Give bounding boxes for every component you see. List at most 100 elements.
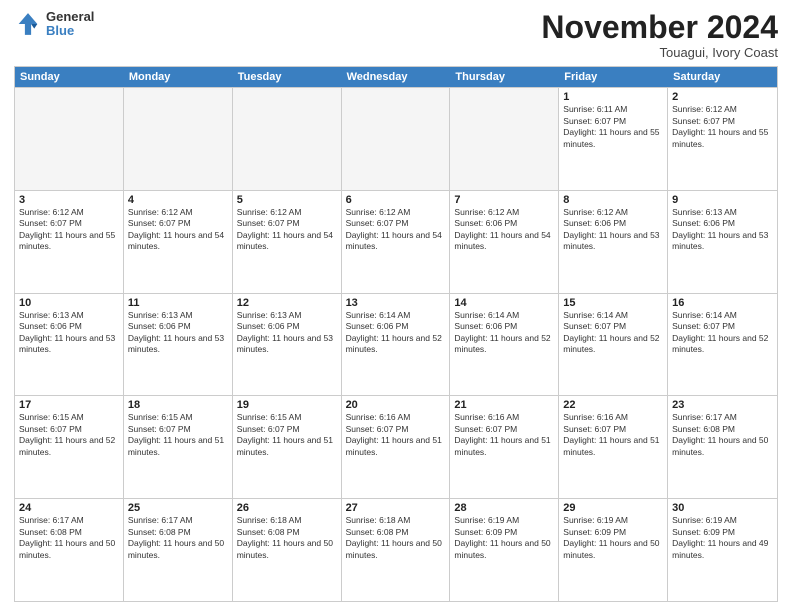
calendar-cell: 12Sunrise: 6:13 AMSunset: 6:06 PMDayligh… — [233, 294, 342, 396]
title-month: November 2024 — [541, 10, 778, 45]
calendar-cell: 17Sunrise: 6:15 AMSunset: 6:07 PMDayligh… — [15, 396, 124, 498]
calendar-cell: 27Sunrise: 6:18 AMSunset: 6:08 PMDayligh… — [342, 499, 451, 601]
title-block: November 2024 Touagui, Ivory Coast — [541, 10, 778, 60]
day-info: Sunrise: 6:12 AMSunset: 6:07 PMDaylight:… — [672, 104, 773, 150]
calendar-row: 24Sunrise: 6:17 AMSunset: 6:08 PMDayligh… — [15, 498, 777, 601]
calendar-cell: 20Sunrise: 6:16 AMSunset: 6:07 PMDayligh… — [342, 396, 451, 498]
calendar-cell: 25Sunrise: 6:17 AMSunset: 6:08 PMDayligh… — [124, 499, 233, 601]
weekday-header: Saturday — [668, 67, 777, 87]
calendar-cell — [450, 88, 559, 190]
day-info: Sunrise: 6:14 AMSunset: 6:07 PMDaylight:… — [563, 310, 663, 356]
calendar-cell: 8Sunrise: 6:12 AMSunset: 6:06 PMDaylight… — [559, 191, 668, 293]
calendar: SundayMondayTuesdayWednesdayThursdayFrid… — [14, 66, 778, 602]
weekday-header: Wednesday — [342, 67, 451, 87]
calendar-row: 3Sunrise: 6:12 AMSunset: 6:07 PMDaylight… — [15, 190, 777, 293]
calendar-cell: 24Sunrise: 6:17 AMSunset: 6:08 PMDayligh… — [15, 499, 124, 601]
calendar-cell: 19Sunrise: 6:15 AMSunset: 6:07 PMDayligh… — [233, 396, 342, 498]
day-info: Sunrise: 6:14 AMSunset: 6:06 PMDaylight:… — [346, 310, 446, 356]
calendar-cell — [15, 88, 124, 190]
weekday-header: Sunday — [15, 67, 124, 87]
weekday-header: Tuesday — [233, 67, 342, 87]
calendar-header: SundayMondayTuesdayWednesdayThursdayFrid… — [15, 67, 777, 87]
day-info: Sunrise: 6:14 AMSunset: 6:07 PMDaylight:… — [672, 310, 773, 356]
day-number: 21 — [454, 399, 554, 411]
day-number: 17 — [19, 399, 119, 411]
day-info: Sunrise: 6:19 AMSunset: 6:09 PMDaylight:… — [672, 515, 773, 561]
day-info: Sunrise: 6:15 AMSunset: 6:07 PMDaylight:… — [237, 412, 337, 458]
day-info: Sunrise: 6:15 AMSunset: 6:07 PMDaylight:… — [128, 412, 228, 458]
day-info: Sunrise: 6:11 AMSunset: 6:07 PMDaylight:… — [563, 104, 663, 150]
day-info: Sunrise: 6:12 AMSunset: 6:07 PMDaylight:… — [346, 207, 446, 253]
day-number: 26 — [237, 502, 337, 514]
day-number: 24 — [19, 502, 119, 514]
day-info: Sunrise: 6:19 AMSunset: 6:09 PMDaylight:… — [563, 515, 663, 561]
day-info: Sunrise: 6:13 AMSunset: 6:06 PMDaylight:… — [672, 207, 773, 253]
calendar-cell: 2Sunrise: 6:12 AMSunset: 6:07 PMDaylight… — [668, 88, 777, 190]
day-info: Sunrise: 6:17 AMSunset: 6:08 PMDaylight:… — [672, 412, 773, 458]
day-number: 8 — [563, 194, 663, 206]
day-number: 4 — [128, 194, 228, 206]
day-info: Sunrise: 6:12 AMSunset: 6:07 PMDaylight:… — [19, 207, 119, 253]
day-number: 2 — [672, 91, 773, 103]
day-info: Sunrise: 6:12 AMSunset: 6:06 PMDaylight:… — [454, 207, 554, 253]
day-info: Sunrise: 6:13 AMSunset: 6:06 PMDaylight:… — [128, 310, 228, 356]
day-number: 23 — [672, 399, 773, 411]
logo-text: General Blue — [46, 10, 94, 39]
day-info: Sunrise: 6:17 AMSunset: 6:08 PMDaylight:… — [19, 515, 119, 561]
day-number: 13 — [346, 297, 446, 309]
calendar-cell: 6Sunrise: 6:12 AMSunset: 6:07 PMDaylight… — [342, 191, 451, 293]
calendar-cell — [124, 88, 233, 190]
calendar-cell — [233, 88, 342, 190]
calendar-cell: 21Sunrise: 6:16 AMSunset: 6:07 PMDayligh… — [450, 396, 559, 498]
calendar-cell: 13Sunrise: 6:14 AMSunset: 6:06 PMDayligh… — [342, 294, 451, 396]
calendar-cell: 9Sunrise: 6:13 AMSunset: 6:06 PMDaylight… — [668, 191, 777, 293]
day-number: 20 — [346, 399, 446, 411]
day-number: 12 — [237, 297, 337, 309]
calendar-cell: 28Sunrise: 6:19 AMSunset: 6:09 PMDayligh… — [450, 499, 559, 601]
day-number: 10 — [19, 297, 119, 309]
day-number: 22 — [563, 399, 663, 411]
day-number: 19 — [237, 399, 337, 411]
day-number: 15 — [563, 297, 663, 309]
calendar-cell: 11Sunrise: 6:13 AMSunset: 6:06 PMDayligh… — [124, 294, 233, 396]
calendar-cell: 7Sunrise: 6:12 AMSunset: 6:06 PMDaylight… — [450, 191, 559, 293]
header: General Blue November 2024 Touagui, Ivor… — [14, 10, 778, 60]
day-number: 18 — [128, 399, 228, 411]
logo-icon — [14, 10, 42, 38]
calendar-row: 17 Sunrise: 6:15 AMSunset: 6:07 PMDayligh… — [15, 395, 777, 498]
day-number: 7 — [454, 194, 554, 206]
day-info: Sunrise: 6:13 AMSunset: 6:06 PMDaylight:… — [237, 310, 337, 356]
calendar-row: 1Sunrise: 6:11 AMSunset: 6:07 PMDaylight… — [15, 87, 777, 190]
weekday-header: Thursday — [450, 67, 559, 87]
day-info: Sunrise: 6:14 AMSunset: 6:06 PMDaylight:… — [454, 310, 554, 356]
day-number: 6 — [346, 194, 446, 206]
calendar-cell: 23Sunrise: 6:17 AMSunset: 6:08 PMDayligh… — [668, 396, 777, 498]
calendar-cell: 14Sunrise: 6:14 AMSunset: 6:06 PMDayligh… — [450, 294, 559, 396]
weekday-header: Monday — [124, 67, 233, 87]
calendar-cell — [342, 88, 451, 190]
day-info: Sunrise: 6:18 AMSunset: 6:08 PMDaylight:… — [237, 515, 337, 561]
day-info: Sunrise: 6:12 AMSunset: 6:07 PMDaylight:… — [128, 207, 228, 253]
day-number: 3 — [19, 194, 119, 206]
calendar-cell: 5Sunrise: 6:12 AMSunset: 6:07 PMDaylight… — [233, 191, 342, 293]
calendar-cell: 4Sunrise: 6:12 AMSunset: 6:07 PMDaylight… — [124, 191, 233, 293]
day-number: 9 — [672, 194, 773, 206]
day-number: 14 — [454, 297, 554, 309]
day-info: Sunrise: 6:17 AMSunset: 6:08 PMDaylight:… — [128, 515, 228, 561]
day-number: 30 — [672, 502, 773, 514]
day-info: Sunrise: 6:16 AMSunset: 6:07 PMDaylight:… — [454, 412, 554, 458]
day-number: 5 — [237, 194, 337, 206]
title-location: Touagui, Ivory Coast — [541, 45, 778, 60]
day-number: 11 — [128, 297, 228, 309]
calendar-cell: 3Sunrise: 6:12 AMSunset: 6:07 PMDaylight… — [15, 191, 124, 293]
calendar-row: 10 Sunrise: 6:13 AMSunset: 6:06 PMDayligh… — [15, 293, 777, 396]
weekday-header: Friday — [559, 67, 668, 87]
day-number: 16 — [672, 297, 773, 309]
calendar-cell: 30Sunrise: 6:19 AMSunset: 6:09 PMDayligh… — [668, 499, 777, 601]
logo-line1: General — [46, 10, 94, 24]
logo-line2: Blue — [46, 24, 94, 38]
day-info: Sunrise: 6:19 AMSunset: 6:09 PMDaylight:… — [454, 515, 554, 561]
calendar-cell: 10Sunrise: 6:13 AMSunset: 6:06 PMDayligh… — [15, 294, 124, 396]
calendar-body: 1Sunrise: 6:11 AMSunset: 6:07 PMDaylight… — [15, 87, 777, 601]
day-number: 29 — [563, 502, 663, 514]
